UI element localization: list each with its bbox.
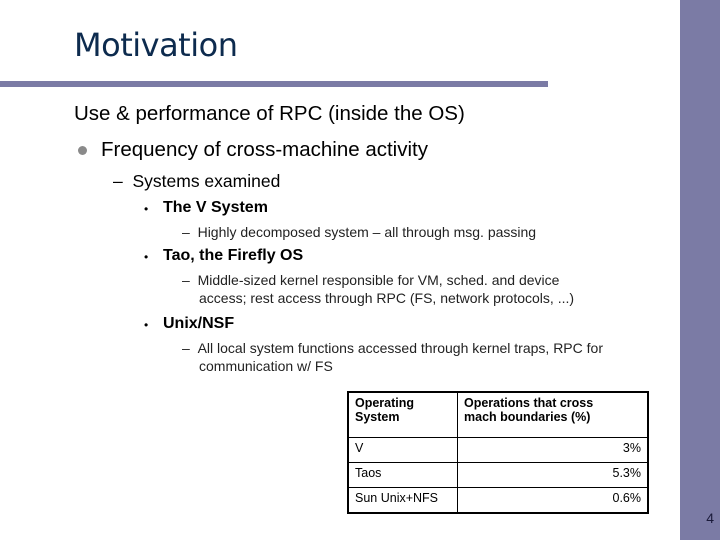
header-ops: Operations that cross mach boundaries (%): [457, 391, 649, 438]
bullet-icon: [78, 146, 87, 155]
value-cell: 3%: [457, 437, 649, 463]
system-detail-cont: access; rest access through RPC (FS, net…: [199, 290, 575, 306]
table-row: V 3%: [347, 437, 649, 463]
system-name: Unix/NSF: [163, 315, 235, 332]
bullet-icon: •: [144, 250, 149, 264]
detail-text: All local system functions accessed thro…: [197, 340, 603, 356]
detail-text: Middle-sized kernel responsible for VM, …: [197, 272, 560, 288]
system-detail: – Highly decomposed system – all through…: [182, 224, 537, 240]
os-cell: V: [347, 437, 458, 463]
system-name: Tao, the Firefly OS: [163, 247, 304, 264]
sub-sub-point-text: Systems examined: [132, 171, 281, 191]
header-os: Operating System: [347, 391, 458, 438]
os-cell: Sun Unix+NFS: [347, 487, 458, 514]
slide-title: Motivation: [74, 26, 238, 64]
page-number: 4: [706, 510, 714, 526]
system-detail-cont: communication w/ FS: [199, 358, 333, 374]
system-detail: – All local system functions accessed th…: [182, 340, 603, 356]
table-row: Sun Unix+NFS 0.6%: [347, 487, 649, 514]
system-detail: – Middle-sized kernel responsible for VM…: [182, 272, 560, 288]
os-cell: Taos: [347, 462, 458, 488]
bullet-icon: •: [144, 318, 149, 332]
sub-sub-point: – Systems examined: [113, 171, 281, 191]
table-header-row: Operating System Operations that cross mac…: [347, 391, 649, 438]
system-name: The V System: [163, 199, 268, 216]
main-point: Use & performance of RPC (inside the OS): [74, 102, 465, 125]
value-cell: 0.6%: [457, 487, 649, 514]
title-underline: [0, 81, 548, 87]
detail-text: Highly decomposed system – all through m…: [197, 224, 537, 240]
rpc-stats-table: Operating System Operations that cross mac…: [347, 391, 649, 514]
value-cell: 5.3%: [457, 462, 649, 488]
bullet-icon: •: [144, 202, 149, 216]
sidebar-bar: 4: [680, 0, 720, 540]
table-row: Taos 5.3%: [347, 462, 649, 488]
sub-point: Frequency of cross-machine activity: [101, 138, 428, 161]
